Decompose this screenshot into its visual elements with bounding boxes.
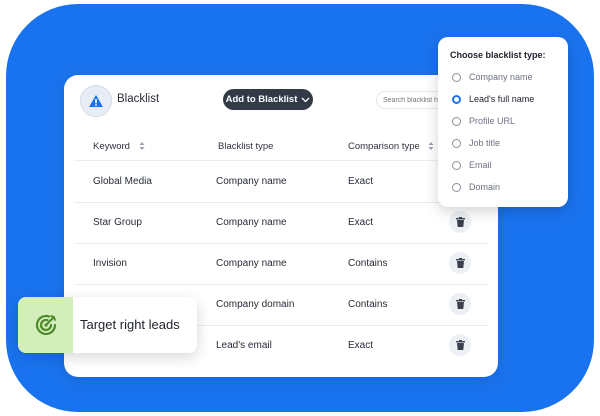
page-title: Blacklist — [117, 93, 160, 105]
delete-button[interactable] — [449, 334, 471, 356]
column-header-comparison-type[interactable]: Comparison type — [348, 141, 434, 152]
keyword-cell: Global Media — [93, 176, 152, 187]
comparison-type-cell: Exact — [348, 340, 374, 351]
blacklist-type-cell: Company name — [216, 258, 287, 269]
radio-button[interactable] — [452, 160, 461, 170]
option-domain[interactable]: Domain — [452, 182, 500, 192]
option-label: Lead's full name — [469, 94, 535, 104]
blacklist-type-cell: Lead's email — [216, 340, 272, 351]
radio-button[interactable] — [452, 138, 461, 148]
keyword-cell: Invision — [93, 258, 127, 269]
divider — [74, 160, 488, 161]
option-job-title[interactable]: Job title — [452, 138, 500, 148]
blacklist-type-cell: Company domain — [216, 299, 295, 310]
comparison-type-cell: Contains — [348, 299, 388, 310]
option-label: Email — [469, 160, 492, 170]
column-header-blacklist-type: Blacklist type — [218, 141, 274, 152]
warning-icon — [80, 85, 112, 117]
chevron-down-icon — [301, 97, 310, 102]
radio-button[interactable] — [452, 72, 461, 82]
add-to-blacklist-button[interactable]: Add to Blacklist — [223, 89, 313, 110]
comparison-type-cell: Exact — [348, 217, 374, 228]
sort-icon — [139, 142, 145, 151]
trash-icon — [455, 258, 465, 268]
delete-button[interactable] — [449, 252, 471, 274]
radio-button-selected[interactable] — [452, 94, 461, 104]
dropdown-title: Choose blacklist type: — [450, 50, 546, 60]
trash-icon — [455, 340, 465, 350]
option-email[interactable]: Email — [452, 160, 492, 170]
badge-text: Target right leads — [80, 317, 180, 332]
column-header-keyword[interactable]: Keyword — [93, 141, 145, 152]
option-label: Job title — [469, 138, 501, 148]
target-refresh-icon — [35, 314, 56, 336]
option-profile-url[interactable]: Profile URL — [452, 116, 515, 126]
delete-button[interactable] — [449, 293, 471, 315]
comparison-type-cell: Exact — [348, 176, 374, 187]
option-label: Profile URL — [469, 116, 516, 126]
add-to-blacklist-label: Add to Blacklist — [225, 94, 298, 105]
column-header-label: Comparison type — [348, 141, 420, 152]
divider — [74, 284, 488, 285]
option-company-name[interactable]: Company name — [452, 72, 533, 82]
comparison-type-cell: Contains — [348, 258, 388, 269]
blacklist-type-cell: Company name — [216, 217, 287, 228]
keyword-cell: Star Group — [93, 217, 142, 228]
option-label: Company name — [469, 72, 533, 82]
sort-icon — [428, 142, 434, 151]
target-leads-badge: Target right leads — [18, 297, 197, 353]
trash-icon — [455, 217, 465, 227]
option-leads-full-name[interactable]: Lead's full name — [452, 94, 534, 104]
delete-button[interactable] — [449, 211, 471, 233]
divider — [74, 202, 488, 203]
blacklist-type-dropdown: Choose blacklist type: Company name Lead… — [438, 37, 568, 207]
divider — [74, 243, 488, 244]
blacklist-type-cell: Company name — [216, 176, 287, 187]
trash-icon — [455, 299, 465, 309]
radio-button[interactable] — [452, 182, 461, 192]
radio-button[interactable] — [452, 116, 461, 126]
badge-icon-box — [18, 297, 73, 353]
option-label: Domain — [469, 182, 501, 192]
column-header-label: Keyword — [93, 141, 130, 152]
